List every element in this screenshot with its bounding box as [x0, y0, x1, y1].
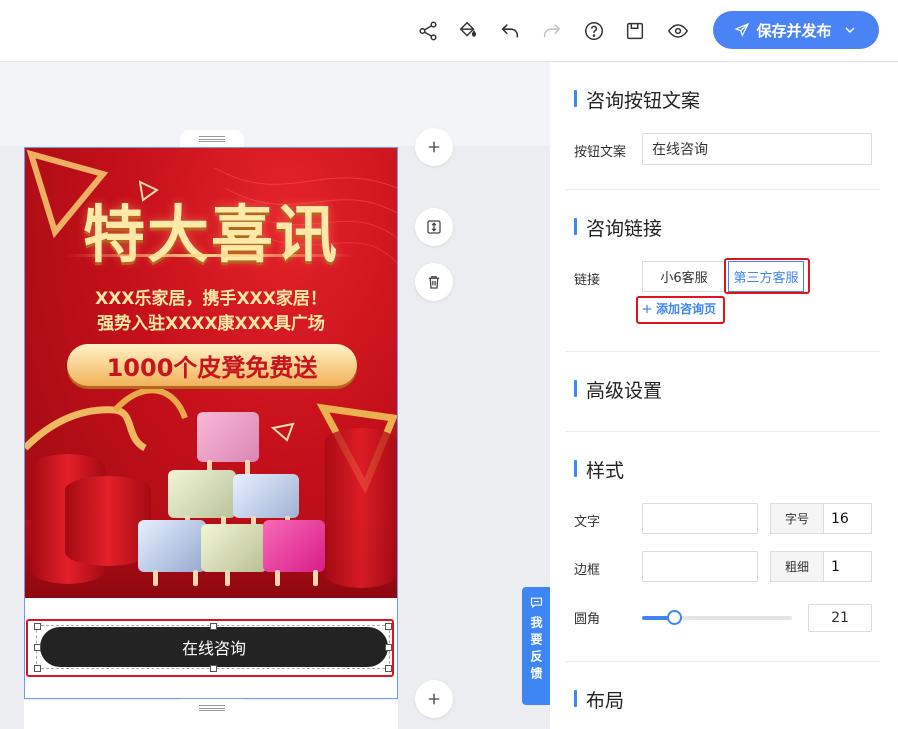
trash-icon	[428, 276, 440, 289]
top-toolbar: 保存并发布	[0, 0, 898, 62]
radius-slider[interactable]	[642, 610, 792, 625]
resize-handle[interactable]	[34, 644, 41, 651]
plus-icon	[428, 141, 440, 153]
promo-banner: 1000个皮凳免费送	[67, 344, 357, 386]
undo-icon[interactable]	[497, 18, 523, 44]
link-label: 链接	[574, 273, 601, 288]
plus-icon	[428, 693, 440, 705]
border-width-label: 粗细	[771, 552, 824, 581]
border-width-value[interactable]: 1	[824, 552, 871, 581]
online-consult-button[interactable]: 在线咨询	[40, 627, 388, 667]
border-color-input[interactable]	[642, 551, 758, 582]
resize-handle[interactable]	[385, 644, 392, 651]
button-text-input[interactable]: 在线咨询	[642, 133, 872, 165]
text-color-label: 文字	[574, 515, 601, 530]
chevron-down-icon	[845, 27, 854, 33]
stool-pink-top	[197, 412, 259, 462]
drag-handle-top[interactable]	[180, 130, 244, 148]
send-icon	[734, 22, 750, 37]
link-option-xiao6[interactable]: 小6客服	[642, 261, 726, 292]
stool-cream	[168, 470, 236, 518]
radius-slider-knob[interactable]	[666, 610, 682, 625]
paint-bucket-icon[interactable]	[455, 18, 481, 44]
divider	[566, 189, 880, 190]
border-label: 边框	[574, 563, 601, 578]
section-title-advanced[interactable]: 高级设置	[574, 376, 662, 403]
section-title-style: 样式	[574, 456, 624, 483]
poster-image[interactable]: 特大喜讯 XXX乐家居，携手XXX家居！ 强势入驻XXXX康XXX具广场 100…	[25, 148, 397, 598]
divider	[566, 431, 880, 432]
podium-right	[325, 428, 397, 588]
section-title-link: 咨询链接	[574, 214, 662, 241]
adjust-height-button[interactable]	[415, 208, 453, 246]
button-text-label: 按钮文案	[574, 145, 627, 160]
text-color-input[interactable]	[642, 503, 758, 534]
resize-vertical-icon	[427, 220, 441, 234]
share-icon[interactable]	[415, 18, 441, 44]
radius-value-input[interactable]: 21	[808, 604, 872, 632]
add-section-bottom-button[interactable]	[415, 680, 453, 718]
font-size-label: 字号	[771, 504, 824, 533]
stool-cream-bottom	[201, 524, 267, 572]
section-title-button-text: 咨询按钮文案	[574, 86, 700, 113]
resize-handle[interactable]	[34, 623, 41, 630]
save-icon[interactable]	[622, 18, 648, 44]
poster-line-1: XXX乐家居，携手XXX家居！	[95, 289, 327, 309]
resize-handle[interactable]	[210, 623, 217, 630]
stool-magenta	[263, 520, 325, 572]
poster-title: 特大喜讯	[82, 198, 339, 271]
publish-label: 保存并发布	[756, 21, 832, 40]
font-size-value[interactable]: 16	[824, 504, 871, 533]
divider	[566, 661, 880, 662]
preview-icon[interactable]	[665, 18, 691, 44]
feedback-tab[interactable]: 我要反馈	[522, 587, 550, 705]
resize-handle[interactable]	[385, 665, 392, 672]
resize-handle[interactable]	[385, 623, 392, 630]
resize-handle[interactable]	[210, 665, 217, 672]
delete-section-button[interactable]	[415, 263, 453, 301]
stool-blue-top	[233, 474, 299, 518]
redo-icon[interactable]	[539, 18, 565, 44]
help-icon[interactable]	[581, 18, 607, 44]
feedback-label: 我要反馈	[529, 616, 543, 684]
add-section-button[interactable]	[415, 128, 453, 166]
stool-blue-bottom	[138, 520, 206, 572]
drag-handle-bottom[interactable]	[180, 699, 244, 717]
add-link-highlight-frame	[636, 296, 725, 324]
resize-handle[interactable]	[34, 665, 41, 672]
poster-line-2: 强势入驻XXXX康XXX具广场	[97, 314, 325, 334]
properties-panel: 咨询按钮文案 按钮文案 在线咨询 咨询链接 链接 小6客服 第三方客服 添加咨询…	[550, 63, 898, 729]
save-publish-button[interactable]: 保存并发布	[713, 11, 879, 49]
section-title-layout: 布局	[574, 686, 624, 713]
radius-label: 圆角	[574, 612, 601, 627]
title-underline	[65, 254, 355, 257]
chat-icon	[530, 597, 542, 608]
border-width-field[interactable]: 粗细 1	[770, 551, 872, 582]
third-party-highlight-frame	[724, 258, 810, 294]
divider	[566, 351, 880, 352]
font-size-field[interactable]: 字号 16	[770, 503, 872, 534]
